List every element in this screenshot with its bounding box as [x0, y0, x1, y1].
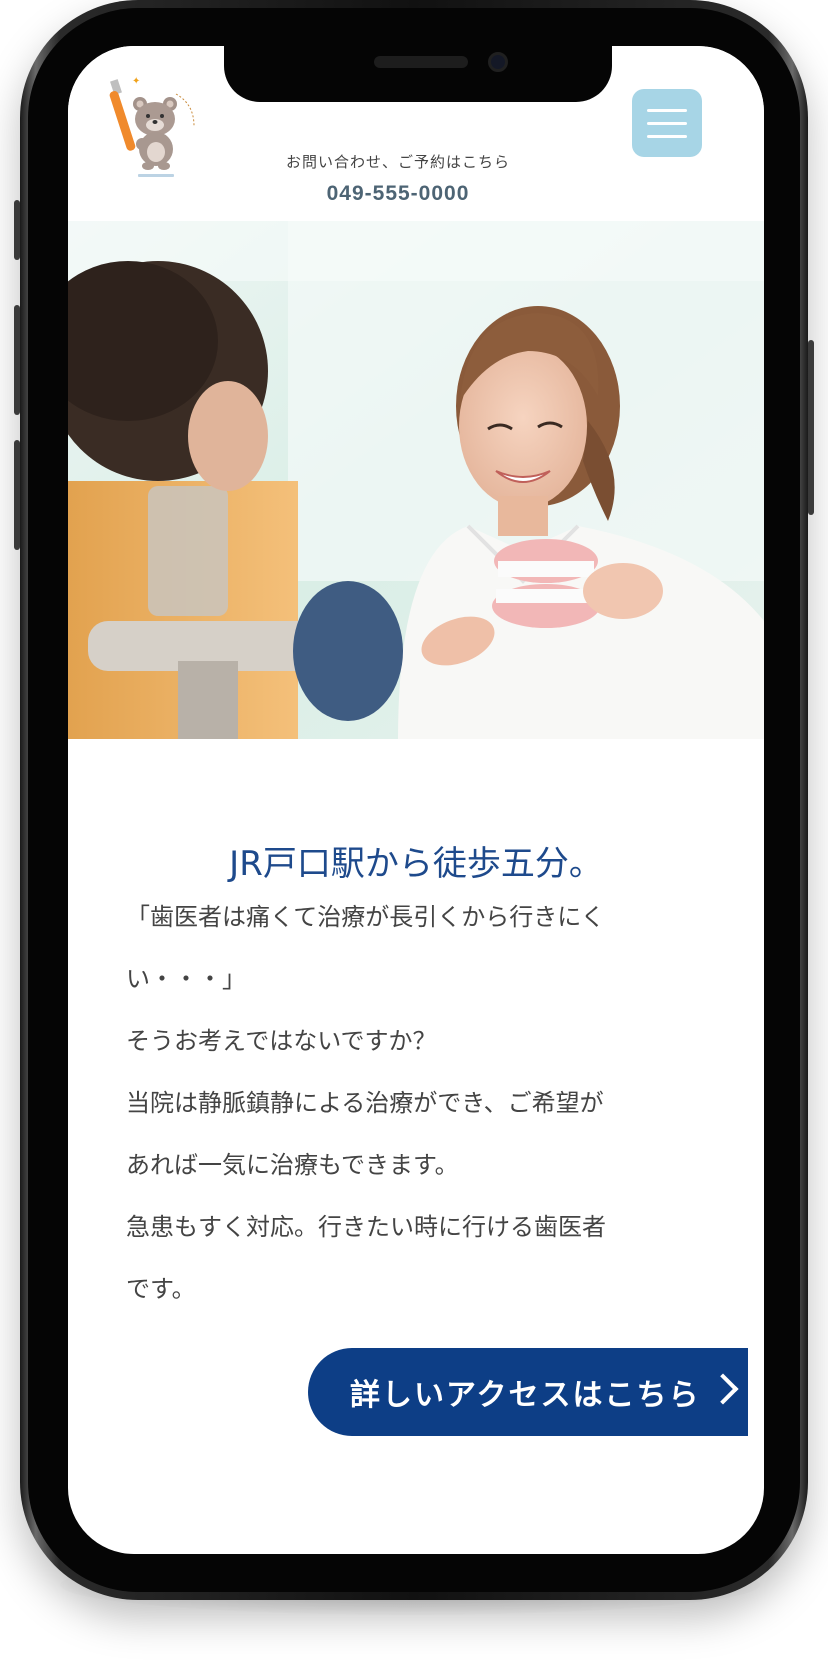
hamburger-menu-button[interactable]	[632, 89, 702, 157]
intro-line: 「歯医者は痛くて治療が長引くから行きにく	[126, 903, 605, 931]
power-button	[808, 340, 814, 515]
intro-line: い・・・」	[126, 965, 246, 993]
front-camera	[488, 52, 508, 72]
intro-line: そうお考えではないですか？	[126, 1027, 437, 1055]
access-headline: JR戸口駅から徒歩五分。	[229, 844, 603, 884]
notch	[224, 46, 612, 102]
speaker-grille	[374, 56, 468, 68]
intro-text: 「歯医者は痛くて治療が長引くから行きにく い・・・」 そうお考えではないですか？…	[126, 886, 706, 1320]
phone-number[interactable]: 049-555-0000	[248, 182, 548, 206]
intro-line: あれば一気に治療もできます。	[126, 1151, 459, 1179]
contact-label: お問い合わせ、ご予約はこちら	[285, 153, 510, 171]
mute-switch	[14, 200, 20, 260]
bear-toothbrush-logo-icon: ✦	[109, 76, 195, 177]
phone-screen: ✦ お問い合わせ、ご予約はこちら 049-555-0000 JR戸口駅から徒歩五…	[68, 46, 764, 1554]
volume-down-button	[14, 440, 20, 550]
intro-line: です。	[126, 1275, 196, 1303]
volume-up-button	[14, 305, 20, 415]
access-details-label: 詳しいアクセスはこちら	[350, 1378, 701, 1413]
dentist-photo	[68, 221, 764, 739]
device-mockup: ✦ お問い合わせ、ご予約はこちら 049-555-0000 JR戸口駅から徒歩五…	[0, 0, 828, 1677]
intro-line: 当院は静脈鎮静による治療ができ、ご希望が	[126, 1089, 604, 1117]
intro-line: 急患もすく対応。行きたい時に行ける歯医者	[126, 1213, 606, 1241]
svg-text:✦: ✦	[132, 76, 140, 87]
hero-image	[68, 221, 764, 739]
access-details-button[interactable]: 詳しいアクセスはこちら	[308, 1348, 748, 1436]
chevron-right-icon	[707, 1373, 739, 1405]
clinic-logo[interactable]: ✦	[98, 74, 208, 184]
